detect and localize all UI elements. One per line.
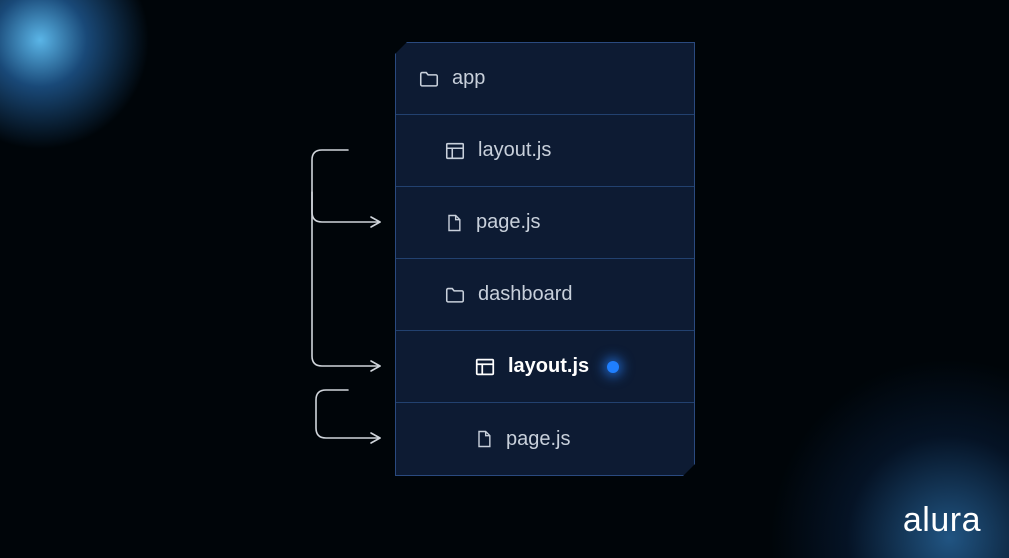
active-indicator-dot <box>607 361 619 373</box>
tree-item-label: page.js <box>506 428 571 451</box>
tree-item-label: layout.js <box>508 355 589 378</box>
folder-icon <box>444 284 466 306</box>
tree-item: dashboard <box>396 259 694 331</box>
file-icon <box>444 212 464 234</box>
tree-root-label: app <box>452 67 485 90</box>
layout-icon <box>444 140 466 162</box>
tree-item-label: dashboard <box>478 283 573 306</box>
tree-item: page.js <box>396 403 694 475</box>
brand-logo: alura <box>903 501 981 540</box>
tree-item-active: layout.js <box>396 331 694 403</box>
folder-icon <box>418 68 440 90</box>
layout-icon <box>474 356 496 378</box>
tree-item-label: layout.js <box>478 139 551 162</box>
connector-arrows <box>250 42 395 512</box>
tree-item: page.js <box>396 187 694 259</box>
tree-root: app <box>396 43 694 115</box>
file-tree-panel: app layout.js page.js dashboard layout.j… <box>395 42 695 476</box>
tree-item-label: page.js <box>476 211 541 234</box>
file-icon <box>474 428 494 450</box>
glow-top-left <box>0 0 150 150</box>
tree-item: layout.js <box>396 115 694 187</box>
